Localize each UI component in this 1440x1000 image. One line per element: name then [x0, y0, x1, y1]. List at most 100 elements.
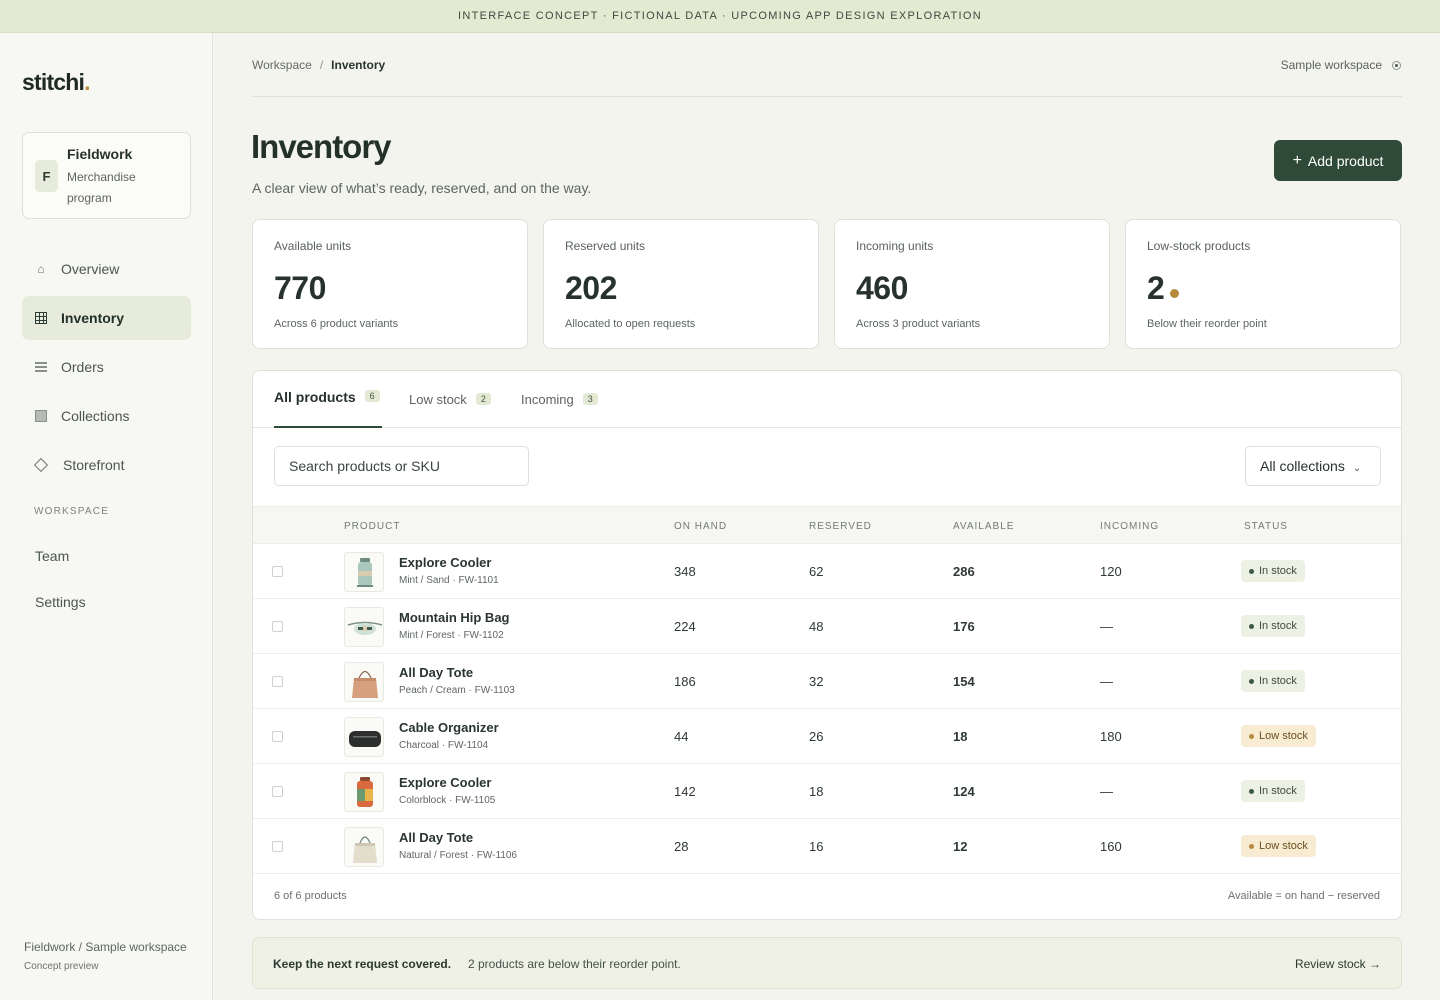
cell-reserved: 26: [809, 729, 824, 744]
nav-item-orders[interactable]: Orders: [22, 345, 191, 389]
diamond-icon: [33, 457, 49, 473]
stat-label: Reserved units: [565, 239, 646, 253]
product-variant: Charcoal · FW-1104: [399, 740, 489, 751]
nav-item-storefront[interactable]: Storefront: [22, 443, 191, 487]
cell-available: 18: [953, 729, 968, 744]
row-checkbox[interactable]: [272, 621, 283, 632]
product-variant: Mint / Forest · FW-1102: [399, 630, 504, 641]
cell-reserved: 48: [809, 619, 824, 634]
table-row[interactable]: Mountain Hip Bag Mint / Forest · FW-1102…: [253, 599, 1401, 654]
org-switcher[interactable]: F Fieldwork Merchandise program: [22, 132, 191, 219]
product-thumbnail: [344, 607, 384, 647]
product-variant: Colorblock · FW-1105: [399, 795, 496, 806]
nav-item-overview[interactable]: ⌂ Overview: [22, 247, 191, 291]
concept-banner: INTERFACE CONCEPT · FICTIONAL DATA · UPC…: [0, 0, 1440, 33]
workspace-footer-title: Fieldwork / Sample workspace: [24, 940, 187, 954]
reorder-callout: Keep the next request covered. 2 product…: [252, 937, 1402, 989]
column-header-on-hand[interactable]: ON HAND: [674, 521, 727, 532]
product-thumbnail: [344, 662, 384, 702]
cell-incoming: 180: [1100, 729, 1122, 744]
status-badge: In stock: [1241, 560, 1305, 582]
stat-label: Low-stock products: [1147, 239, 1251, 253]
column-header-product[interactable]: PRODUCT: [344, 521, 400, 532]
breadcrumb: Workspace / Inventory: [252, 58, 385, 72]
product-thumbnail: [344, 772, 384, 812]
breadcrumb-current: Inventory: [331, 58, 386, 72]
product-name: Mountain Hip Bag: [399, 610, 510, 625]
collection-filter-select[interactable]: All collections ⌄: [1245, 446, 1381, 486]
table-row[interactable]: Explore Cooler Colorblock · FW-1105 142 …: [253, 764, 1401, 819]
product-name: All Day Tote: [399, 665, 474, 680]
cell-incoming: —: [1100, 619, 1113, 634]
column-header-available[interactable]: AVAILABLE: [953, 521, 1014, 532]
stat-card-reserved: Reserved units 202 Allocated to open req…: [543, 219, 819, 349]
row-checkbox[interactable]: [272, 731, 283, 742]
cell-available: 12: [953, 839, 968, 854]
product-name: All Day Tote: [399, 830, 474, 845]
stat-label: Available units: [274, 239, 352, 253]
cell-on-hand: 142: [674, 784, 696, 799]
cell-incoming: 160: [1100, 839, 1122, 854]
table-row[interactable]: Explore Cooler Mint / Sand · FW-1101 348…: [253, 544, 1401, 599]
cell-available: 124: [953, 784, 975, 799]
nav-label: Inventory: [61, 310, 125, 326]
callout-heading: Keep the next request covered.: [273, 957, 452, 971]
nav-item-inventory[interactable]: Inventory: [22, 296, 191, 340]
nav-label: Overview: [61, 261, 120, 277]
row-checkbox[interactable]: [272, 786, 283, 797]
product-thumbnail: [344, 552, 384, 592]
logo[interactable]: stitchi.: [22, 69, 90, 96]
stat-label: Incoming units: [856, 239, 934, 253]
stat-note: Allocated to open requests: [565, 318, 696, 330]
search-input[interactable]: Search products or SKU: [274, 446, 529, 486]
org-subtitle: Merchandise program: [67, 170, 136, 205]
stat-card-available: Available units 770 Across 6 product var…: [252, 219, 528, 349]
alert-dot-icon: [1170, 289, 1180, 298]
cell-available: 154: [953, 674, 975, 689]
product-name: Explore Cooler: [399, 775, 492, 790]
product-thumbnail: [344, 717, 384, 757]
cell-available: 286: [953, 564, 975, 579]
plus-icon: +: [1292, 151, 1302, 169]
column-header-incoming[interactable]: INCOMING: [1100, 521, 1159, 532]
tab-count-badge: 3: [582, 393, 598, 405]
nav-label: Collections: [61, 408, 130, 424]
cell-reserved: 62: [809, 564, 824, 579]
tab-all-products[interactable]: All products 6: [274, 389, 382, 428]
nav-item-team[interactable]: Team: [35, 548, 69, 564]
stat-value: 770: [274, 270, 326, 306]
stat-value: 202: [565, 270, 617, 306]
row-checkbox[interactable]: [272, 841, 283, 852]
cell-on-hand: 28: [674, 839, 689, 854]
table-row[interactable]: All Day Tote Peach / Cream · FW-1103 186…: [253, 654, 1401, 709]
column-header-status[interactable]: STATUS: [1244, 521, 1288, 532]
table-header: PRODUCT ON HAND RESERVED AVAILABLE INCOM…: [253, 506, 1401, 544]
cell-incoming: —: [1100, 784, 1113, 799]
column-header-reserved[interactable]: RESERVED: [809, 521, 872, 532]
row-checkbox[interactable]: [272, 566, 283, 577]
add-product-button[interactable]: + Add product: [1274, 140, 1402, 181]
nav-item-settings[interactable]: Settings: [35, 594, 86, 610]
workspace-switch[interactable]: Sample workspace: [1281, 58, 1401, 72]
nav-item-collections[interactable]: Collections: [22, 394, 191, 438]
table-row[interactable]: Cable Organizer Charcoal · FW-1104 44 26…: [253, 709, 1401, 764]
product-variant: Peach / Cream · FW-1103: [399, 685, 515, 696]
breadcrumb-root[interactable]: Workspace: [252, 58, 312, 72]
stat-value-wrap: 2: [1147, 270, 1180, 307]
home-icon: ⌂: [37, 262, 45, 276]
nav-label: Storefront: [63, 457, 125, 473]
breadcrumb-separator: /: [319, 58, 324, 72]
cell-incoming: —: [1100, 674, 1113, 689]
tab-incoming[interactable]: Incoming 3: [521, 392, 598, 431]
cell-reserved: 32: [809, 674, 824, 689]
tab-low-stock[interactable]: Low stock 2: [409, 392, 491, 431]
status-badge: In stock: [1241, 670, 1305, 692]
product-variant: Natural / Forest · FW-1106: [399, 850, 517, 861]
list-icon: [34, 360, 48, 374]
table-row[interactable]: All Day Tote Natural / Forest · FW-1106 …: [253, 819, 1401, 874]
review-stock-link[interactable]: Review stock →: [1295, 957, 1381, 971]
cell-on-hand: 44: [674, 729, 689, 744]
row-checkbox[interactable]: [272, 676, 283, 687]
cell-available: 176: [953, 619, 975, 634]
cell-reserved: 16: [809, 839, 824, 854]
